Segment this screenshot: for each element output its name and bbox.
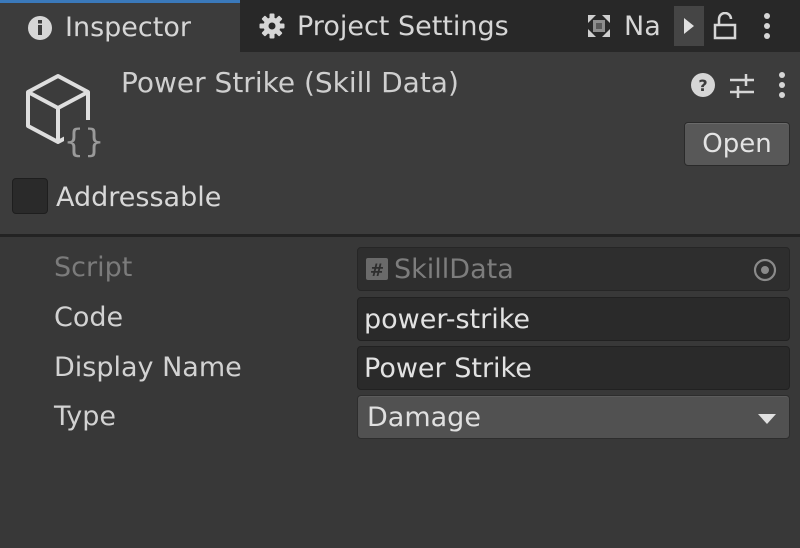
preset-sliders-icon[interactable] xyxy=(728,72,756,100)
script-field: # SkillData xyxy=(357,247,790,291)
script-label: Script xyxy=(54,252,133,283)
properties-panel: Script # SkillData Code power-strike Dis… xyxy=(0,237,800,548)
code-value: power-strike xyxy=(364,303,531,335)
type-value: Damage xyxy=(367,401,481,433)
script-hash-icon: # xyxy=(366,258,388,281)
help-icon[interactable]: ? xyxy=(690,72,716,98)
tab-bar: Inspector Project Settings Na xyxy=(0,0,800,52)
tab-project-settings[interactable]: Project Settings xyxy=(243,0,543,52)
addressable-label: Addressable xyxy=(56,182,222,213)
kebab-menu-icon[interactable] xyxy=(756,10,778,42)
type-label: Type xyxy=(54,401,117,432)
open-button[interactable]: Open xyxy=(684,122,790,166)
gear-icon xyxy=(259,13,285,39)
display-name-label: Display Name xyxy=(54,352,242,383)
svg-text:{}: {} xyxy=(64,122,105,160)
tab-inspector-label: Inspector xyxy=(65,12,191,43)
display-name-value: Power Strike xyxy=(364,352,532,384)
addressable-checkbox[interactable] xyxy=(12,178,48,214)
asset-title: Power Strike (Skill Data) xyxy=(121,66,459,99)
type-dropdown[interactable]: Damage xyxy=(357,395,790,439)
code-label: Code xyxy=(54,302,124,333)
info-icon xyxy=(28,15,52,40)
display-name-input[interactable]: Power Strike xyxy=(357,346,790,390)
script-value: SkillData xyxy=(394,253,514,285)
scriptable-object-icon: {} xyxy=(26,74,105,160)
navigation-icon xyxy=(588,15,610,37)
tab-navigation-label: Na xyxy=(624,10,661,42)
inspector-header: {} Power Strike (Skill Data) ? Open Addr… xyxy=(0,52,800,234)
tab-project-settings-label: Project Settings xyxy=(297,10,509,42)
lock-icon[interactable] xyxy=(712,12,738,40)
svg-text:?: ? xyxy=(698,76,707,95)
chevron-down-icon xyxy=(758,414,776,424)
more-tabs-button[interactable] xyxy=(674,6,704,46)
svg-text:#: # xyxy=(370,261,384,281)
object-picker-icon[interactable] xyxy=(753,258,777,282)
play-arrow-icon xyxy=(684,18,694,34)
context-menu-icon[interactable] xyxy=(772,70,792,100)
code-input[interactable]: power-strike xyxy=(357,297,790,341)
tab-inspector[interactable]: Inspector xyxy=(0,0,240,52)
tab-navigation[interactable]: Na xyxy=(582,0,674,52)
